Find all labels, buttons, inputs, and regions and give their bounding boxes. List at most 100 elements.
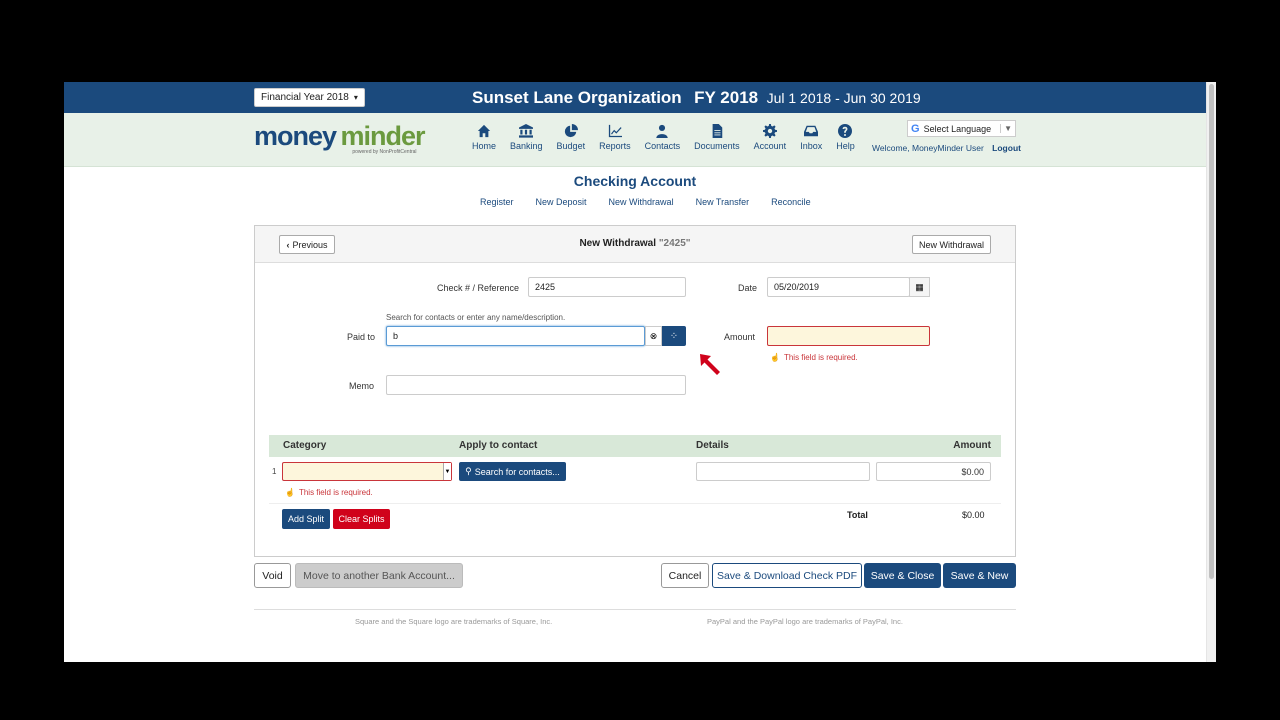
loading-spinner-icon[interactable]: ⁘: [662, 326, 686, 346]
footer-divider: [254, 609, 1016, 610]
logout-link[interactable]: Logout: [992, 143, 1021, 153]
nav-help-label: Help: [836, 141, 855, 151]
category-select[interactable]: ▼: [282, 462, 452, 481]
nav-documents[interactable]: Documents: [694, 124, 740, 151]
nav-contacts-label: Contacts: [644, 141, 681, 151]
total-label: Total: [847, 510, 868, 520]
nav-reports[interactable]: Reports: [599, 124, 631, 151]
paid-to-hint: Search for contacts or enter any name/de…: [386, 313, 566, 322]
bank-icon: [519, 124, 534, 138]
col-amount: Amount: [953, 440, 991, 451]
void-button[interactable]: Void: [254, 563, 291, 588]
red-pointer-arrow-icon: [700, 354, 720, 375]
logo-tagline: powered by NonProfitCentral: [352, 149, 417, 155]
language-select[interactable]: G Select Language ▼: [907, 120, 1016, 137]
logo-text-money: money: [254, 121, 337, 151]
nav-banking[interactable]: Banking: [510, 124, 543, 151]
amount-error: ☝ This field is required.: [770, 353, 858, 362]
scrollbar[interactable]: [1206, 82, 1216, 662]
logo-text-minder: minder: [340, 121, 425, 151]
user-welcome: Welcome, MoneyMinder User Logout: [872, 143, 1021, 153]
amount-input[interactable]: [767, 326, 930, 346]
form-title: New Withdrawal "2425": [255, 238, 1015, 249]
nav-account-label: Account: [753, 141, 787, 151]
nav-reports-label: Reports: [599, 141, 631, 151]
subnav-new-deposit[interactable]: New Deposit: [536, 197, 587, 207]
nav-banking-label: Banking: [510, 141, 543, 151]
main-nav: Home Banking Budget Reports Contacts Doc…: [472, 124, 869, 151]
org-name: Sunset Lane Organization: [472, 88, 682, 107]
google-icon: G: [911, 122, 920, 135]
split-row-number: 1: [272, 467, 277, 476]
save-close-button[interactable]: Save & Close: [864, 563, 941, 588]
cancel-button[interactable]: Cancel: [661, 563, 709, 588]
col-apply-to-contact: Apply to contact: [459, 440, 538, 451]
moneyminder-logo[interactable]: money minder powered by NonProfitCentral: [254, 121, 426, 156]
paid-to-input[interactable]: b: [386, 326, 645, 346]
top-bar: Financial Year 2018 ▾ Sunset Lane Organi…: [64, 82, 1206, 113]
search-contacts-label: Search for contacts...: [474, 466, 560, 477]
save-new-button[interactable]: Save & New: [943, 563, 1016, 588]
warning-hand-icon: ☝: [770, 353, 780, 362]
nav-documents-label: Documents: [694, 141, 740, 151]
date-input[interactable]: 05/20/2019: [767, 277, 910, 297]
nav-inbox-label: Inbox: [800, 141, 823, 151]
footer-paypal-note: PayPal and the PayPal logo are trademark…: [707, 617, 903, 626]
amount-label: Amount: [724, 332, 756, 342]
amount-error-text: This field is required.: [783, 353, 858, 362]
footer-square-note: Square and the Square logo are trademark…: [355, 617, 553, 626]
help-icon: [838, 124, 853, 138]
add-split-button[interactable]: Add Split: [282, 509, 330, 529]
save-download-pdf-button[interactable]: Save & Download Check PDF: [712, 563, 862, 588]
splits-table-header: Category Apply to contact Details Amount: [269, 435, 1001, 457]
nav-inbox[interactable]: Inbox: [800, 124, 822, 151]
new-withdrawal-button[interactable]: New Withdrawal: [912, 235, 991, 254]
nav-home[interactable]: Home: [472, 124, 496, 151]
app-viewport: Financial Year 2018 ▾ Sunset Lane Organi…: [64, 82, 1216, 662]
scrollbar-thumb[interactable]: [1209, 84, 1214, 579]
withdrawal-form-panel: ‹ Previous New Withdrawal "2425" New Wit…: [254, 225, 1016, 557]
date-label: Date: [738, 283, 758, 293]
fy-date-range: Jul 1 2018 - Jun 30 2019: [766, 90, 921, 106]
nav-help[interactable]: Help: [836, 124, 855, 151]
inbox-icon: [804, 125, 819, 137]
user-icon: [656, 124, 669, 138]
fy-label: FY 2018: [694, 88, 759, 107]
account-subnav: Register New Deposit New Withdrawal New …: [480, 197, 811, 207]
nav-home-label: Home: [472, 141, 497, 151]
calendar-icon[interactable]: ▦: [909, 277, 930, 297]
nav-account[interactable]: Account: [753, 124, 787, 151]
document-icon: [712, 124, 723, 138]
fiscal-year-select[interactable]: Financial Year 2018 ▾: [254, 88, 365, 107]
nav-budget[interactable]: Budget: [556, 124, 586, 151]
check-ref-input[interactable]: 2425: [528, 277, 686, 297]
split-amount-input[interactable]: $0.00: [876, 462, 991, 481]
form-title-text: New Withdrawal: [579, 238, 657, 249]
welcome-text: Welcome, MoneyMinder User: [872, 143, 984, 153]
nav-budget-label: Budget: [556, 141, 586, 151]
fiscal-year-label: Financial Year 2018: [261, 92, 349, 103]
memo-input[interactable]: [386, 375, 686, 395]
clear-splits-button[interactable]: Clear Splits: [333, 509, 390, 529]
subnav-reconcile[interactable]: Reconcile: [771, 197, 811, 207]
search-contacts-button[interactable]: ⚲ Search for contacts...: [459, 462, 566, 481]
search-icon: ⚲: [465, 466, 472, 476]
category-error: ☝ This field is required.: [285, 488, 373, 497]
memo-label: Memo: [349, 381, 375, 391]
clear-icon[interactable]: ⊗: [645, 326, 662, 346]
line-chart-icon: [608, 124, 622, 138]
subnav-new-transfer[interactable]: New Transfer: [696, 197, 750, 207]
paid-to-label: Paid to: [347, 332, 376, 342]
subnav-register[interactable]: Register: [480, 197, 514, 207]
gear-icon: [762, 124, 777, 138]
subnav-new-withdrawal[interactable]: New Withdrawal: [609, 197, 674, 207]
col-category: Category: [283, 440, 327, 451]
page-title: Checking Account: [573, 173, 697, 189]
caret-down-icon: ▼: [443, 463, 451, 480]
move-account-button[interactable]: Move to another Bank Account...: [295, 563, 463, 588]
org-title: Sunset Lane Organization FY 2018 Jul 1 2…: [472, 88, 921, 108]
nav-contacts[interactable]: Contacts: [644, 124, 681, 151]
header: money minder powered by NonProfitCentral…: [64, 113, 1206, 167]
col-details: Details: [696, 440, 729, 451]
split-details-input[interactable]: [696, 462, 870, 481]
